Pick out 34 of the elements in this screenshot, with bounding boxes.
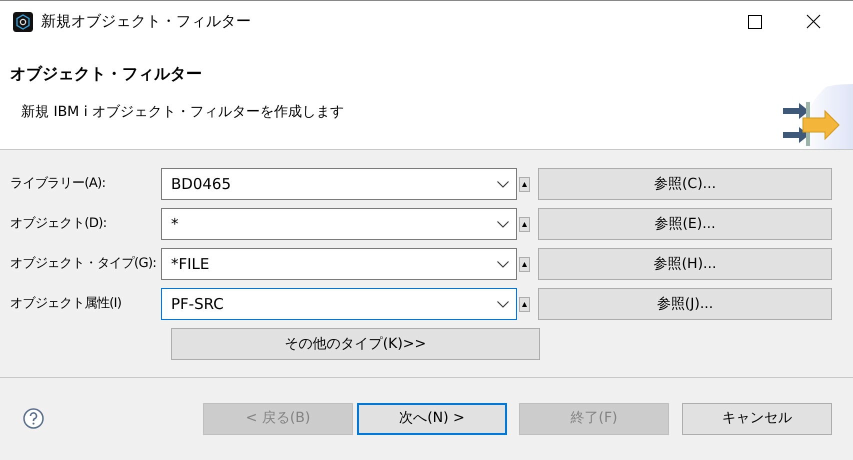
dialog-button[interactable]: 次へ(N) >	[357, 402, 507, 434]
spin-up-button[interactable]	[519, 256, 530, 272]
app-icon	[13, 12, 33, 32]
spin-up-button[interactable]	[519, 296, 530, 312]
chevron-down-icon[interactable]	[497, 221, 509, 228]
spin-up-button[interactable]	[519, 216, 530, 232]
combo-box[interactable]: *	[161, 208, 517, 240]
dialog-button[interactable]: キャンセル	[682, 402, 832, 434]
chevron-down-icon[interactable]	[497, 181, 509, 188]
browse-button[interactable]: 参照(J)...	[538, 288, 832, 320]
triangle-up-icon[interactable]	[522, 302, 527, 306]
triangle-up-icon[interactable]	[522, 182, 527, 186]
chevron-down-icon[interactable]	[497, 301, 509, 308]
maximize-icon[interactable]	[748, 14, 762, 28]
field-label: オブジェクト属性(I)	[9, 295, 122, 314]
close-icon[interactable]	[806, 14, 820, 29]
triangle-up-icon[interactable]	[522, 222, 527, 226]
more-types-button[interactable]: その他のタイプ(K)>>	[171, 328, 540, 360]
combo-box[interactable]: BD0465	[161, 168, 517, 200]
chevron-down-icon[interactable]	[497, 261, 509, 268]
field-label: オブジェクト(D):	[9, 215, 108, 234]
page-title: オブジェクト・フィルター	[10, 63, 203, 85]
page-description: 新規 IBM i オブジェクト・フィルターを作成します	[21, 103, 346, 122]
combo-box[interactable]: PF-SRC	[161, 288, 517, 320]
field-label: オブジェクト・タイプ(G):	[9, 255, 158, 274]
combo-box[interactable]: *FILE	[161, 248, 517, 280]
triangle-up-icon[interactable]	[522, 262, 527, 266]
field-label: ライブラリー(A):	[9, 175, 106, 194]
browse-button[interactable]: 参照(C)...	[538, 168, 832, 200]
help-icon[interactable]	[23, 408, 44, 429]
window-title: 新規オブジェクト・フィルター	[41, 11, 251, 32]
browse-button[interactable]: 参照(E)...	[538, 208, 832, 240]
spin-up-button[interactable]	[519, 176, 530, 192]
browse-button[interactable]: 参照(H)...	[538, 248, 832, 280]
